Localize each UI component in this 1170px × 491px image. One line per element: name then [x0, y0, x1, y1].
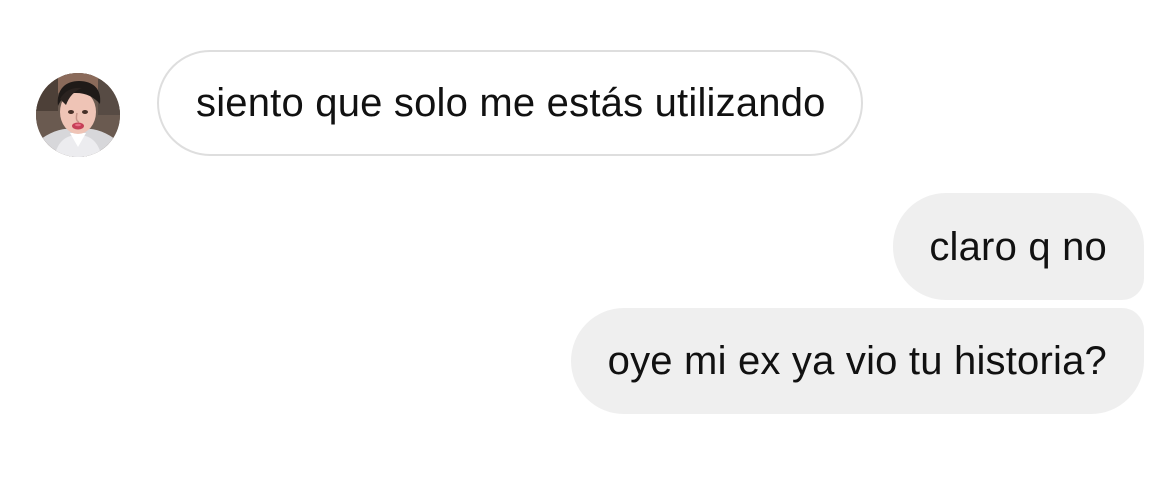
avatar[interactable]: [36, 73, 120, 157]
message-text: oye mi ex ya vio tu historia?: [607, 339, 1107, 383]
incoming-message-bubble[interactable]: siento que solo me estás utilizando: [157, 50, 863, 156]
message-text: claro q no: [929, 224, 1107, 269]
outgoing-message-bubble[interactable]: claro q no: [893, 193, 1144, 300]
outgoing-message-bubble[interactable]: oye mi ex ya vio tu historia?: [570, 308, 1144, 414]
message-text: siento que solo me estás utilizando: [196, 81, 826, 125]
chat-thread: siento que solo me estás utilizando clar…: [0, 0, 1170, 491]
